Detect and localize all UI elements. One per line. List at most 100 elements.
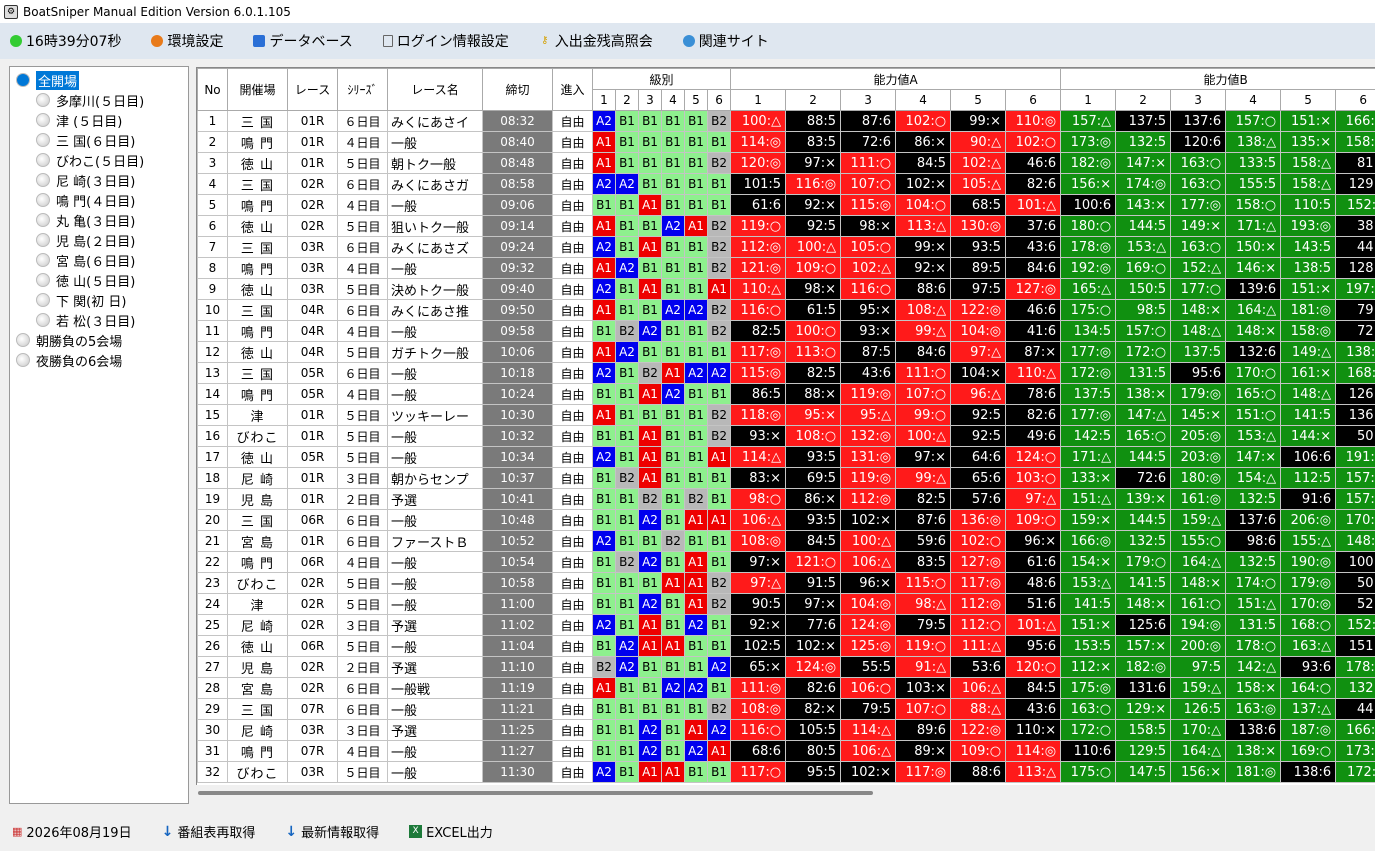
race-row[interactable]: 13三 国05R６日目一般10:18…自由A2B1B2A1A2A2115:◎82… — [197, 362, 1375, 384]
header-entry[interactable]: 進入 — [552, 68, 593, 111]
tree-group-item[interactable]: 夜勝負の6会場 — [10, 350, 188, 370]
race-row[interactable]: 19児 島01R２日目予選10:41…自由B1B1B2B1B2B198:○86:… — [197, 488, 1375, 510]
tree-venue-item[interactable]: 児 島(２日目) — [10, 230, 188, 250]
ability-a-cell: 102:△ — [840, 257, 897, 279]
tree-venue-item[interactable]: 宮 島(６日目) — [10, 250, 188, 270]
header-lane[interactable]: 6 — [1005, 89, 1062, 111]
header-lane[interactable]: 2 — [785, 89, 842, 111]
race-row[interactable]: 8鳴 門03R４日目一般09:32…自由A1A2B1B1B1B2121:◎109… — [197, 257, 1375, 279]
tree-venue-item[interactable]: 尼 崎(３日目) — [10, 170, 188, 190]
grade-cell: A2 — [592, 614, 616, 636]
race-row[interactable]: 2鳴 門01R４日目一般08:40…自由A1B1B1B1B1B1114:◎83:… — [197, 131, 1375, 153]
race-row[interactable]: 22鳴 門06R４日目一般10:54…自由B1B2A2B1A1B197:×121… — [197, 551, 1375, 573]
race-row[interactable]: 17徳 山05R５日目一般10:34…自由A2B1A1B1B1A1114:△93… — [197, 446, 1375, 468]
race-row[interactable]: 15津01R５日目ツッキーレー10:30…自由A1B1B1B1B1B2118:◎… — [197, 404, 1375, 426]
race-row[interactable]: 25尼 崎02R３日目予選11:02…自由A2B1A1B1A2B192:×77:… — [197, 614, 1375, 636]
horizontal-scrollbar[interactable] — [196, 785, 1375, 802]
tree-venue-item[interactable]: 徳 山(５日目) — [10, 270, 188, 290]
header-no[interactable]: No — [197, 68, 228, 111]
header-ability-a[interactable]: 能力値A — [730, 68, 1062, 90]
race-row[interactable]: 24津02R５日目一般11:00…自由B1B1A2B1A1B290:597:×1… — [197, 593, 1375, 615]
race-row[interactable]: 29三 国07R６日目一般11:21…自由B1B1B1B1B1B2108:◎82… — [197, 698, 1375, 720]
header-lane[interactable]: 2 — [1115, 89, 1172, 111]
detail-cell: …自由 — [552, 509, 593, 531]
excel-export-button[interactable]: X EXCEL出力 — [409, 822, 493, 841]
tree-venue-item[interactable]: 若 松(３日目) — [10, 310, 188, 330]
database-button[interactable]: データベース — [253, 31, 353, 51]
race-row[interactable]: 18尼 崎01R３日目朝からセンプ10:37…自由B1B2A1B1B1B183:… — [197, 467, 1375, 489]
row-number: 6 — [197, 215, 228, 237]
fetch-latest-button[interactable]: ↓ 最新情報取得 — [285, 822, 379, 842]
race-row[interactable]: 6徳 山02R５日目狙いトク一般09:14…自由A1B1B1A2A1B2119:… — [197, 215, 1375, 237]
header-race-name[interactable]: レース名 — [387, 68, 483, 111]
header-lane[interactable]: 1 — [730, 89, 787, 111]
header-lane[interactable]: 1 — [1060, 89, 1117, 111]
tree-venue-item[interactable]: 津 (５日目) — [10, 110, 188, 130]
entry-text: 自由 — [560, 576, 585, 591]
login-settings-button[interactable]: ログイン情報設定 — [382, 31, 509, 51]
header-lane[interactable]: 6 — [706, 89, 732, 111]
header-race[interactable]: レース — [287, 68, 338, 111]
tree-venue-item[interactable]: びわこ(５日目) — [10, 150, 188, 170]
race-row[interactable]: 9徳 山03R５日目決めトク一般09:40…自由A2B1A1B1B1A1110:… — [197, 278, 1375, 300]
race-row[interactable]: 11鳴 門04R４日目一般09:58…自由B1B2A2B1B1B282:5100… — [197, 320, 1375, 342]
race-row[interactable]: 14鳴 門05R４日目一般10:24…自由B1B1A1A2B1B186:588:… — [197, 383, 1375, 405]
deadline-cell: 11:25 — [482, 719, 553, 741]
race-row[interactable]: 28宮 島02R６日目一般戦11:19…自由A1B1B1A2A2B1111:◎8… — [197, 677, 1375, 699]
tree-venue-item[interactable]: 下 関(初 日) — [10, 290, 188, 310]
grade-cell: B1 — [615, 299, 639, 321]
race-row[interactable]: 26徳 山06R５日目一般11:04…自由B1A2A1A1B1B1102:510… — [197, 635, 1375, 657]
header-grade[interactable]: 級別 — [591, 68, 732, 90]
tree-venue-item[interactable]: 鳴 門(４日目) — [10, 190, 188, 210]
race-row[interactable]: 30尼 崎03R３日目予選11:25…自由B1B1A2B1A1A2116:○10… — [197, 719, 1375, 741]
grade-cell: A1 — [592, 131, 616, 153]
race-row[interactable]: 1三 国01R６日目みくにあさイ08:32…自由A2B1B1B1B1B2100:… — [197, 110, 1375, 132]
tree-root-all-venues[interactable]: 全開場 — [10, 70, 188, 90]
venue-cell: びわこ — [227, 572, 288, 594]
header-lane[interactable]: 4 — [1225, 89, 1282, 111]
date-display[interactable]: ▦ 2026年08月19日 — [12, 822, 132, 841]
header-lane[interactable]: 3 — [840, 89, 897, 111]
header-lane[interactable]: 6 — [1335, 89, 1375, 111]
row-number: 24 — [197, 593, 228, 615]
header-lane[interactable]: 3 — [1170, 89, 1227, 111]
settings-button[interactable]: 環境設定 — [151, 31, 223, 51]
header-series[interactable]: ｼﾘｰｽﾞ — [337, 68, 388, 111]
tree-venue-item[interactable]: 丸 亀(３日目) — [10, 210, 188, 230]
header-lane[interactable]: 3 — [638, 89, 662, 111]
race-row[interactable]: 31鳴 門07R４日目一般11:27…自由B1B1A2B1A2A168:680:… — [197, 740, 1375, 762]
race-row[interactable]: 10三 国04R６日目みくにあさ推09:50…自由A1B1B1A2A2B2116… — [197, 299, 1375, 321]
header-lane[interactable]: 2 — [615, 89, 639, 111]
race-row[interactable]: 32びわこ03R５日目一般11:30…自由A2B1A1A1B1B1117:○95… — [197, 761, 1375, 783]
race-row[interactable]: 23びわこ02R５日目一般10:58…自由B1B1B1A1A1B297:△91:… — [197, 572, 1375, 594]
header-lane[interactable]: 5 — [1280, 89, 1337, 111]
race-row[interactable]: 7三 国03R６日目みくにあさズ09:24…自由A2B1A1B1B1B2112:… — [197, 236, 1375, 258]
race-row[interactable]: 12徳 山04R５日目ガチトク一般10:06…自由A1A2B1B1B1B1117… — [197, 341, 1375, 363]
ability-b-cell: 81:6 — [1335, 152, 1375, 174]
race-row[interactable]: 4三 国02R６日目みくにあさガ08:58…自由A2A2B1B1B1B1101:… — [197, 173, 1375, 195]
related-sites-button[interactable]: 関連サイト — [682, 31, 769, 51]
header-venue[interactable]: 開催場 — [227, 68, 288, 111]
race-row[interactable]: 5鳴 門02R４日目一般09:06…自由B1B1A1B1B1B161:692:×… — [197, 194, 1375, 216]
race-row[interactable]: 16びわこ01R５日目一般10:32…自由B1B1A1B1B1B293:×108… — [197, 425, 1375, 447]
grade-cell: A2 — [592, 530, 616, 552]
header-lane[interactable]: 5 — [684, 89, 708, 111]
header-lane[interactable]: 4 — [895, 89, 952, 111]
tree-venue-item[interactable]: 多摩川(５日目) — [10, 90, 188, 110]
header-lane[interactable]: 1 — [592, 89, 616, 111]
grade-cell: A1 — [684, 551, 708, 573]
header-lane[interactable]: 5 — [950, 89, 1007, 111]
ability-a-cell: 87:6 — [840, 110, 897, 132]
header-deadline[interactable]: 締切 — [482, 68, 553, 111]
race-row[interactable]: 3徳 山01R５日目朝トク一般08:48…自由A1B1B1B1B1B2120:◎… — [197, 152, 1375, 174]
race-row[interactable]: 21宮 島01R６日目ファーストＢ10:52…自由A2B1B1B2B1B1108… — [197, 530, 1375, 552]
tree-group-item[interactable]: 朝勝負の5会場 — [10, 330, 188, 350]
scrollbar-thumb[interactable] — [198, 791, 873, 795]
balance-button[interactable]: ⚷ 入出金残高照会 — [539, 31, 653, 51]
reload-program-button[interactable]: ↓ 番組表再取得 — [162, 822, 256, 842]
header-lane[interactable]: 4 — [661, 89, 685, 111]
race-row[interactable]: 27児 島02R２日目予選11:10…自由B2A2B1B1B1A265:×124… — [197, 656, 1375, 678]
race-row[interactable]: 20三 国06R６日目一般10:48…自由B1B1A2B1A1A1106:△93… — [197, 509, 1375, 531]
tree-venue-item[interactable]: 三 国(６日目) — [10, 130, 188, 150]
header-ability-b[interactable]: 能力値B — [1060, 68, 1375, 90]
